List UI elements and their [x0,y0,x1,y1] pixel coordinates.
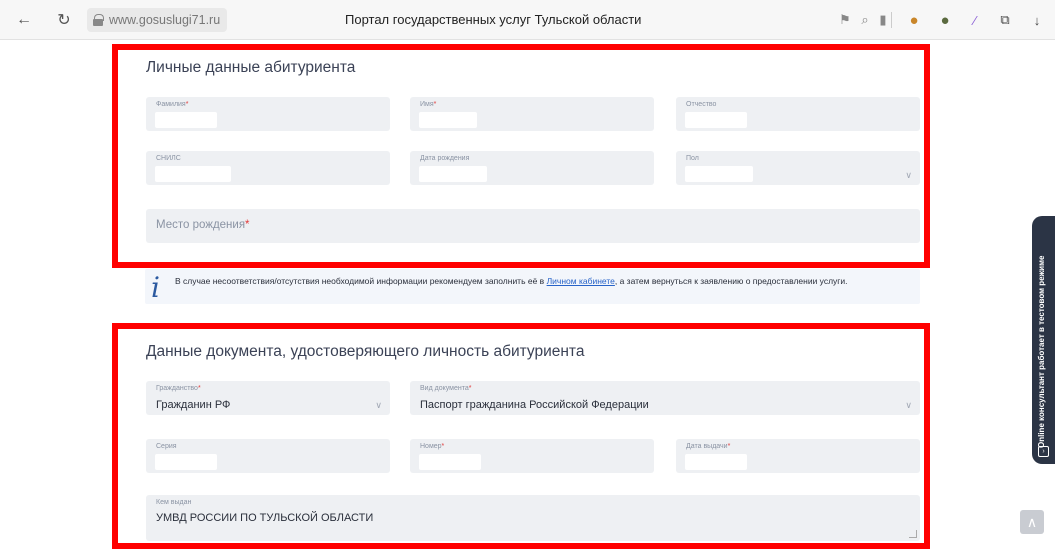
birthplace-label: Место рождения [156,219,246,231]
lock-icon [93,14,104,26]
browser-page-title: Портал государственных услуг Тульской об… [345,12,642,27]
address-bar[interactable]: www.gosuslugi71.ru [87,8,227,32]
issue-date-field[interactable]: Дата выдачи* [676,439,920,473]
name-label: Имя [420,101,434,108]
personal-cabinet-link[interactable]: Личном кабинете [547,276,615,286]
download-icon[interactable]: ↓ [1028,11,1046,29]
online-consultant-text: Online консультант работает в тестовом р… [1037,255,1046,448]
patronymic-label: Отчество [686,101,717,108]
bookmark-icon[interactable]: ▮ [874,11,892,29]
doc-type-label: Вид документа [420,385,469,392]
extension-icon[interactable]: ● [936,11,954,29]
series-input[interactable] [155,454,217,470]
patronymic-input[interactable] [685,112,747,128]
series-field[interactable]: Серия [146,439,390,473]
share-icon[interactable]: ⧉ [996,11,1014,29]
section-title-personal: Личные данные абитуриента [146,59,356,76]
birthdate-input[interactable] [419,166,487,182]
pen-icon[interactable]: ∕ [966,11,984,29]
citizenship-select[interactable]: Гражданство* Гражданин РФ ∨ [146,381,390,415]
number-label: Номер [420,443,442,450]
issued-by-label: Кем выдан [156,499,192,506]
patronymic-field[interactable]: Отчество [676,97,920,131]
scroll-to-top-button[interactable]: ∧ [1020,510,1044,534]
citizenship-value: Гражданин РФ [156,399,231,411]
name-field[interactable]: Имя* [410,97,654,131]
page-content: Личные данные абитуриента Фамилия* Имя* … [0,40,1055,549]
gender-label: Пол [686,155,699,162]
surname-label: Фамилия [156,101,186,108]
info-notice: i В случае несоответствия/отсутствия нео… [145,269,920,304]
birthplace-field[interactable]: Место рождения* [146,209,920,243]
translate-icon[interactable]: ⚑ [836,11,854,29]
surname-field[interactable]: Фамилия* [146,97,390,131]
snils-label: СНИЛС [156,155,181,162]
issue-date-input[interactable] [685,454,747,470]
snils-field[interactable]: СНИЛС [146,151,390,185]
snils-input[interactable] [155,166,231,182]
series-label: Серия [156,443,177,450]
chevron-down-icon: ∨ [905,400,912,410]
gender-select[interactable]: Пол ∨ [676,151,920,185]
reload-icon[interactable]: ↻ [54,10,74,30]
birthdate-field[interactable]: Дата рождения [410,151,654,185]
chat-icon: › [1038,446,1049,457]
chevron-down-icon: ∨ [375,400,382,410]
surname-input[interactable] [155,112,217,128]
number-input[interactable] [419,454,481,470]
section-title-document: Данные документа, удостоверяющего личнос… [146,343,585,360]
online-consultant-tab[interactable]: Online консультант работает в тестовом р… [1032,216,1055,464]
issue-date-label: Дата выдачи [686,443,728,450]
issued-by-value: УМВД РОССИИ ПО ТУЛЬСКОЙ ОБЛАСТИ [156,512,374,524]
url-text: www.gosuslugi71.ru [109,13,221,27]
birthdate-label: Дата рождения [420,155,470,162]
name-input[interactable] [419,112,477,128]
info-icon: i [151,271,160,304]
extension-icon[interactable]: ● [905,11,923,29]
doc-type-select[interactable]: Вид документа* Паспорт гражданина Россий… [410,381,920,415]
citizenship-label: Гражданство [156,385,198,392]
browser-toolbar: ← ↻ www.gosuslugi71.ru Портал государств… [0,0,1055,40]
search-icon[interactable]: ⌕ [856,11,874,29]
resize-handle-icon[interactable] [909,530,917,538]
toolbar-divider [891,12,892,28]
number-field[interactable]: Номер* [410,439,654,473]
doc-type-value: Паспорт гражданина Российской Федерации [420,399,649,411]
gender-input[interactable] [685,166,753,182]
back-arrow-icon[interactable]: ← [14,10,34,30]
chevron-down-icon: ∨ [905,170,912,180]
info-text: В случае несоответствия/отсутствия необх… [175,276,848,286]
issued-by-textarea[interactable]: Кем выдан УМВД РОССИИ ПО ТУЛЬСКОЙ ОБЛАСТ… [146,495,920,541]
